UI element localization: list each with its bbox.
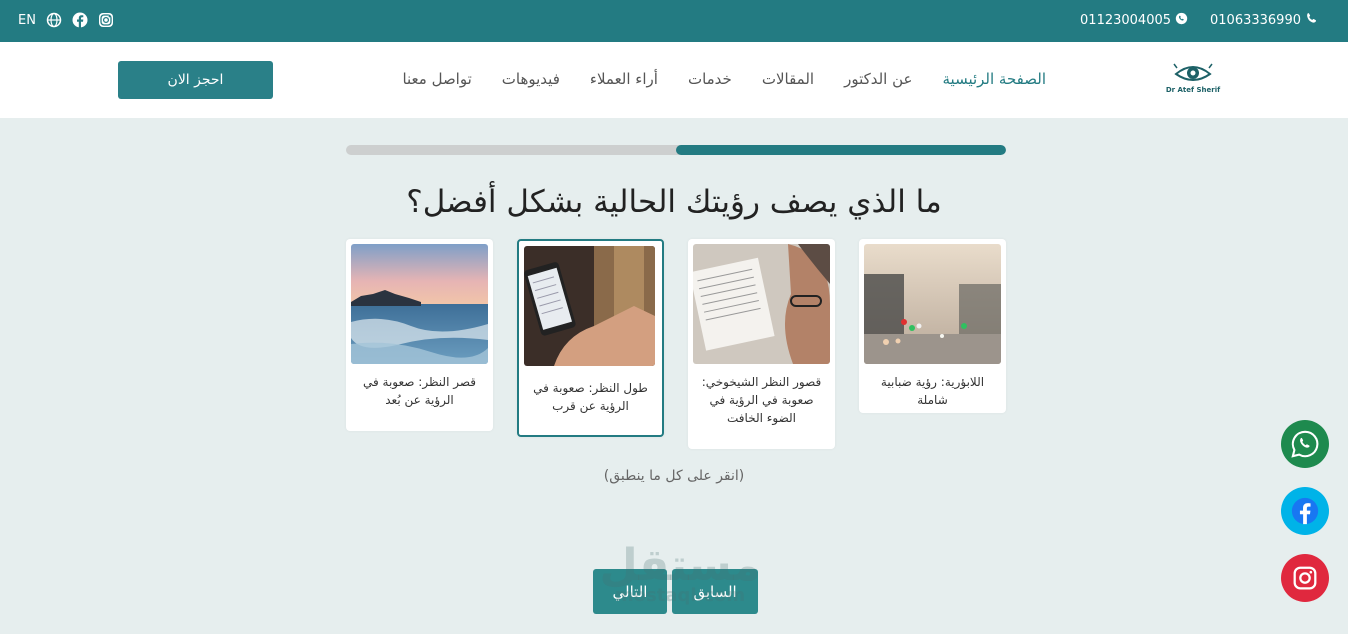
previous-button[interactable]: السابق — [672, 569, 758, 614]
logo-text: Dr Atef Sherif — [1165, 86, 1221, 94]
quiz-progress-bar — [346, 145, 1006, 155]
site-logo[interactable]: Dr Atef Sherif — [1164, 60, 1222, 100]
book-now-button[interactable]: احجز الان — [118, 61, 273, 99]
nav-contact[interactable]: تواصل معنا — [402, 70, 471, 88]
whatsapp-icon — [1291, 430, 1319, 458]
blurry-lights-image — [864, 244, 1001, 364]
question-title: ما الذي يصف رؤيتك الحالية بشكل أفضل؟ — [406, 184, 942, 220]
whatsapp-float-button[interactable] — [1281, 420, 1329, 468]
nav-testimonials[interactable]: أراء العملاء — [590, 70, 658, 88]
option-card-presbyopia[interactable]: قصور النظر الشيخوخي: صعوبة في الرؤية في … — [688, 239, 835, 449]
phone-numbers: 01123004005 01063336990 — [1080, 12, 1318, 29]
next-button[interactable]: التالي — [593, 569, 667, 614]
option-caption: قصر النظر: صعوبة في الرؤية عن بُعد — [362, 375, 476, 407]
eye-logo-icon — [1173, 63, 1213, 81]
sea-coast-image — [351, 244, 488, 364]
top-bar: EN 01123004005 01063336990 — [0, 0, 1348, 42]
nav-articles[interactable]: المقالات — [762, 70, 814, 88]
option-card-astigmatism[interactable]: اللابؤرية: رؤية ضبابية شاملة — [859, 239, 1006, 413]
phone-call[interactable]: 01063336990 — [1210, 12, 1318, 29]
nav-home[interactable]: الصفحة الرئيسية — [943, 70, 1047, 88]
main-navbar: Dr Atef Sherif الصفحة الرئيسية عن الدكتو… — [0, 42, 1348, 118]
vision-options: قصر النظر: صعوبة في الرؤية عن بُعد طول ا… — [346, 239, 1006, 451]
option-card-hyperopia[interactable]: طول النظر: صعوبة في الرؤية عن قرب — [517, 239, 664, 437]
instagram-float-button[interactable] — [1281, 554, 1329, 602]
select-hint: (انقر على كل ما ينطبق) — [603, 468, 745, 484]
option-card-myopia[interactable]: قصر النظر: صعوبة في الرؤية عن بُعد — [346, 239, 493, 431]
man-reading-image — [693, 244, 830, 364]
nav-videos[interactable]: فيديوهات — [502, 70, 560, 88]
hand-phone-image — [524, 246, 655, 366]
phone-number-1: 01063336990 — [1210, 13, 1301, 28]
option-caption: اللابؤرية: رؤية ضبابية شاملة — [880, 375, 985, 407]
phone-whatsapp[interactable]: 01123004005 — [1080, 12, 1188, 29]
nav-about-doctor[interactable]: عن الدكتور — [844, 70, 912, 88]
facebook-icon[interactable] — [72, 12, 88, 28]
option-caption: قصور النظر الشيخوخي: صعوبة في الرؤية في … — [701, 375, 822, 425]
main-nav: الصفحة الرئيسية عن الدكتور المقالات خدما… — [402, 70, 1046, 88]
facebook-icon — [1291, 497, 1319, 525]
option-caption: طول النظر: صعوبة في الرؤية عن قرب — [533, 381, 648, 413]
phone-number-2: 01123004005 — [1080, 13, 1172, 28]
phone-icon — [1305, 12, 1318, 29]
progress-fill — [676, 145, 1006, 155]
instagram-icon[interactable] — [98, 12, 114, 28]
instagram-icon — [1293, 566, 1317, 590]
top-bar-links: EN — [18, 12, 114, 28]
globe-icon[interactable] — [46, 12, 62, 28]
facebook-float-button[interactable] — [1281, 487, 1329, 535]
language-toggle[interactable]: EN — [18, 13, 36, 28]
nav-services[interactable]: خدمات — [688, 70, 732, 88]
whatsapp-icon — [1175, 12, 1188, 29]
